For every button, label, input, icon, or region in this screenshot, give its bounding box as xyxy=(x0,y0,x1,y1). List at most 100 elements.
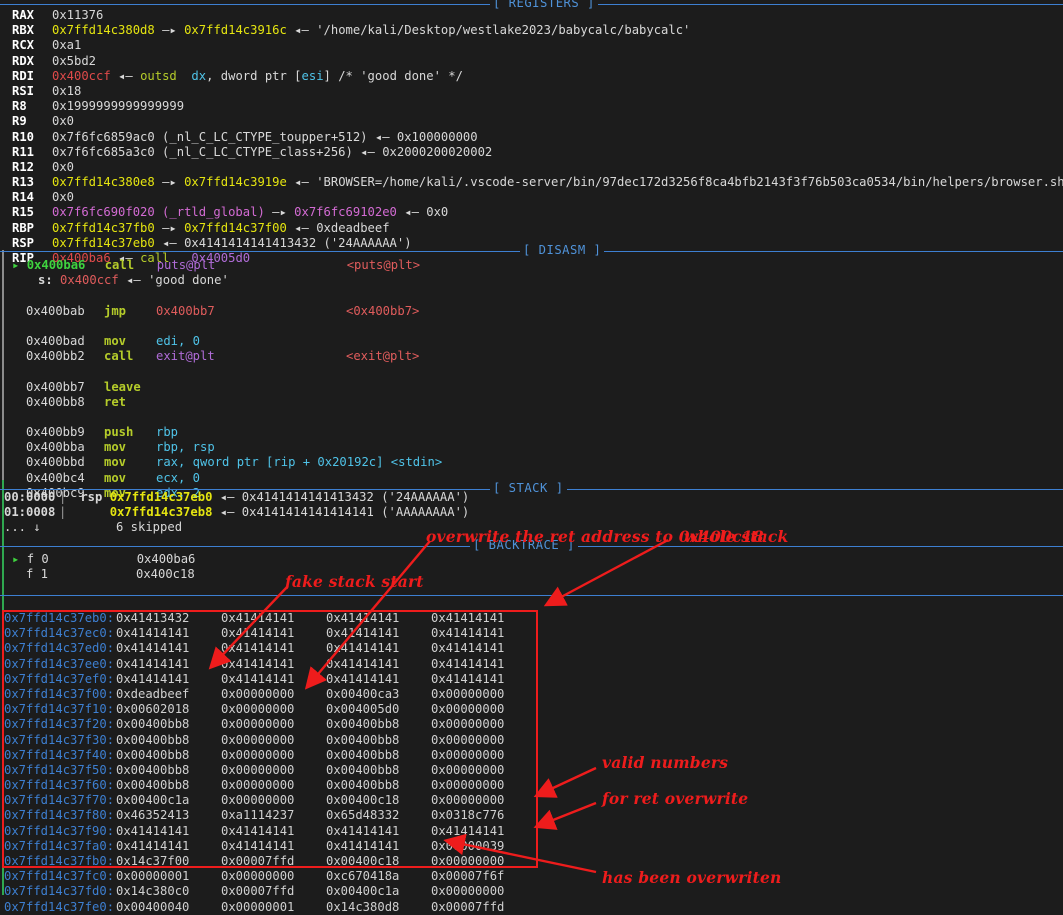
hexdump-address: 0x7ffd14c37ef0: xyxy=(4,672,116,687)
hexdump-word: 0x00000000 xyxy=(431,687,536,702)
hexdump-word: 0x00000000 xyxy=(221,763,326,778)
hexdump-word: 0x00000000 xyxy=(221,687,326,702)
disasm-operands: 0x400bb7 xyxy=(156,304,346,319)
disasm-operands: edi, 0 xyxy=(156,334,346,349)
stack-row: ... ↓6 skipped xyxy=(0,520,1063,535)
backtrace-frame-address: 0x400c18 xyxy=(136,567,195,581)
register-value-part: —▸ xyxy=(265,205,294,219)
hexdump-word: 0x41414141 xyxy=(221,839,326,854)
hexdump-word: 0x41414141 xyxy=(326,672,431,687)
hexdump-word: 0x00000000 xyxy=(221,748,326,763)
register-row: RDX0x5bd2 xyxy=(0,54,1063,69)
hexdump-address: 0x7ffd14c37ec0: xyxy=(4,626,116,641)
register-value-part: esi xyxy=(302,69,324,83)
hexdump-word: 0x00400bb8 xyxy=(326,763,431,778)
hexdump-word: 0x41414141 xyxy=(221,657,326,672)
register-value-part: /* 'good done' */ xyxy=(331,69,463,83)
register-row: RAX0x11376 xyxy=(0,8,1063,23)
backtrace-pane: ▸ f 00x400ba6f 10x400c18 xyxy=(0,552,1063,582)
hexdump-address: 0x7ffd14c37f90: xyxy=(4,824,116,839)
register-row: R90x0 xyxy=(0,114,1063,129)
stack-pane: 00:0000|rsp 0x7ffd14c37eb0 ◂— 0x41414141… xyxy=(0,490,1063,536)
hexdump-word: 0x00400bb8 xyxy=(116,717,221,732)
hexdump-row: 0x7ffd14c37fe0:0x004000400x000000010x14c… xyxy=(0,900,1063,915)
register-row: RBP0x7ffd14c37fb0 —▸ 0x7ffd14c37f00 ◂— 0… xyxy=(0,221,1063,236)
disasm-row: 0x400bbamovrbp, rsp xyxy=(0,440,1063,455)
register-name: RBP xyxy=(12,221,52,236)
hexdump-word: 0x00000000 xyxy=(221,778,326,793)
register-name: R8 xyxy=(12,99,52,114)
string-ref-label: s: xyxy=(38,273,53,287)
register-value-part: 0x1999999999999999 xyxy=(52,99,184,113)
disasm-operands: rbp xyxy=(156,425,346,440)
hexdump-word: 0x14c37f00 xyxy=(116,854,221,869)
disasm-address: 0x400bbd xyxy=(26,455,104,470)
banner-rule xyxy=(0,595,1063,596)
hexdump-row: 0x7ffd14c37f00:0xdeadbeef0x000000000x004… xyxy=(0,687,1063,702)
hexdump-address: 0x7ffd14c37eb0: xyxy=(4,611,116,626)
hexdump-word: 0x00400c18 xyxy=(326,854,431,869)
backtrace-frame-label: f 0 xyxy=(27,552,137,567)
hexdump-address: 0x7ffd14c37f20: xyxy=(4,717,116,732)
hexdump-address: 0x7ffd14c37f30: xyxy=(4,733,116,748)
register-value-part: , xyxy=(206,69,221,83)
stack-index: 01:0008 xyxy=(4,505,59,520)
register-value-part: ◂— xyxy=(287,175,316,189)
register-value-part: 0x7ffd14c380d8 xyxy=(52,23,155,37)
register-row: RDI0x400ccf ◂— outsd dx, dword ptr [esi]… xyxy=(0,69,1063,84)
register-value-part: 0x0 xyxy=(426,205,448,219)
disasm-row: 0x400bb9pushrbp xyxy=(0,425,1063,440)
register-row: RSI0x18 xyxy=(0,84,1063,99)
hexdump-word: 0x41414141 xyxy=(326,657,431,672)
stack-row: 01:0008| 0x7ffd14c37eb8 ◂— 0x41414141414… xyxy=(0,505,1063,520)
hexdump-word: 0x41414141 xyxy=(431,626,536,641)
final-prompt-line[interactable]: pwndbg> xyxy=(0,886,1063,901)
register-value-part: 0x7ffd14c37f00 xyxy=(184,221,287,235)
stack-index: ... ↓ xyxy=(4,520,66,535)
register-value-part: dx xyxy=(177,69,206,83)
hexdump-word: 0x00400040 xyxy=(116,900,221,915)
stack-address: 0x7ffd14c37eb8 xyxy=(110,505,213,519)
disasm-comment: <puts@plt> xyxy=(347,258,420,272)
hexdump-word: 0x41413432 xyxy=(116,611,221,626)
hexdump-row: 0x7ffd14c37fb0:0x14c37f000x00007ffd0x004… xyxy=(0,854,1063,869)
register-value-part: 0x11376 xyxy=(52,8,103,22)
hexdump-word: 0x004005d0 xyxy=(326,702,431,717)
hexdump-word: 0x00007f6f xyxy=(431,869,536,884)
command-line[interactable]: pwndbg> x/80xw 0x7ffd14c37eb0 xyxy=(0,597,1063,612)
hexdump-row: 0x7ffd14c37eb0:0x414134320x414141410x414… xyxy=(0,611,1063,626)
register-row: RBX0x7ffd14c380d8 —▸ 0x7ffd14c3916c ◂— '… xyxy=(0,23,1063,38)
hexdump-word: 0x0318c776 xyxy=(431,808,536,823)
register-value-part: 0x7ffd14c3916c xyxy=(184,23,287,37)
hexdump-row: 0x7ffd14c37f50:0x00400bb80x000000000x004… xyxy=(0,763,1063,778)
hexdump-word: 0xdeadbeef xyxy=(116,687,221,702)
register-name: RDI xyxy=(12,69,52,84)
stack-arrow: ◂— xyxy=(212,505,241,519)
hexdump-word: 0x00000000 xyxy=(431,763,536,778)
hexdump-word: 0x00007ffd xyxy=(431,900,536,915)
register-value-part: 0x0 xyxy=(52,160,74,174)
disasm-mnemonic: mov xyxy=(104,440,156,455)
hexdump-row: 0x7ffd14c37f40:0x00400bb80x000000000x004… xyxy=(0,748,1063,763)
hexdump-word: 0x00400bb8 xyxy=(116,733,221,748)
backtrace-banner: [ BACKTRACE ] xyxy=(0,538,1063,553)
backtrace-frame-label: f 1 xyxy=(26,567,136,582)
hexdump-word: 0x00000000 xyxy=(431,778,536,793)
hexdump-address: 0x7ffd14c37f40: xyxy=(4,748,116,763)
hexdump-row: 0x7ffd14c37f90:0x414141410x414141410x414… xyxy=(0,824,1063,839)
disasm-operands: exit@plt xyxy=(156,349,346,364)
hexdump-address: 0x7ffd14c37fa0: xyxy=(4,839,116,854)
register-value-part: 0x7f6fc6859ac0 (_nl_C_LC_CTYPE_toupper+5… xyxy=(52,130,368,144)
disasm-address: 0x400bb7 xyxy=(26,380,104,395)
hexdump-address: 0x7ffd14c37f10: xyxy=(4,702,116,717)
disasm-row: 0x400bb2callexit@plt<exit@plt> xyxy=(0,349,1063,364)
disasm-spacer xyxy=(0,288,1063,303)
hexdump-word: 0x41414141 xyxy=(431,611,536,626)
register-value-part: 0x7ffd14c380e8 xyxy=(52,175,155,189)
register-name: R13 xyxy=(12,175,52,190)
disasm-address: 0x400bad xyxy=(26,334,104,349)
hexdump-word: 0x41414141 xyxy=(221,626,326,641)
hexdump-word: 0x00400bb8 xyxy=(116,763,221,778)
hexdump-word: 0x00000000 xyxy=(431,793,536,808)
hexdump-word: 0x00000000 xyxy=(221,702,326,717)
